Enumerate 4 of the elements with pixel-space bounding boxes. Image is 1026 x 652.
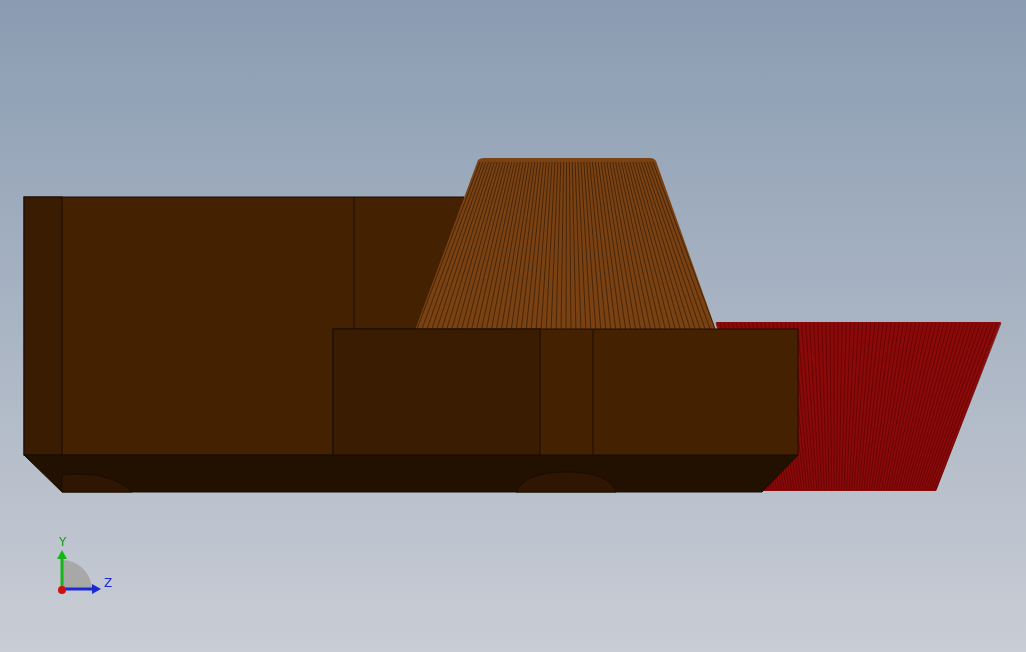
axis-triad-icon bbox=[57, 550, 101, 594]
3d-viewport[interactable]: Y Z bbox=[0, 0, 1026, 652]
axis-label: Z bbox=[104, 576, 113, 590]
axis-label: Y bbox=[59, 535, 67, 549]
